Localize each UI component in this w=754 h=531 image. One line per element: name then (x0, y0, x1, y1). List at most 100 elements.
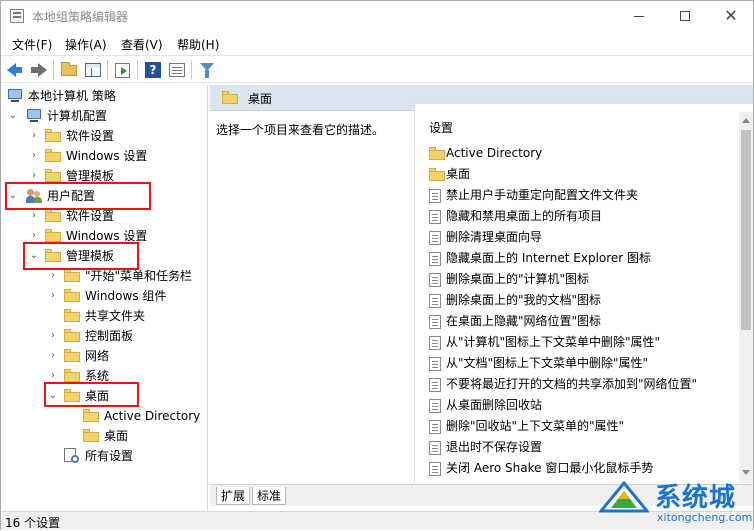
watermark: 系统城 xitongcheng.com (599, 475, 754, 531)
tree-item-label: 计算机配置 (47, 109, 108, 123)
list-item-label: 从"计算机"图标上下文菜单中删除"属性" (446, 335, 661, 349)
description-area: 选择一个项目来查看它的描述。 (210, 112, 414, 483)
forward-button[interactable] (29, 60, 49, 80)
scroll-thumb[interactable] (741, 130, 751, 330)
watermark-brand: 系统城 (655, 483, 737, 513)
policy-setting-icon (429, 315, 441, 329)
tab-standard[interactable]: 标准 (252, 487, 287, 505)
list-item-label: 从桌面删除回收站 (446, 398, 543, 412)
close-button[interactable]: ✕ (708, 1, 754, 31)
folder-icon (64, 369, 80, 382)
folder-icon (64, 309, 80, 322)
tree-item-windows-components[interactable]: › Windows 组件 (1, 286, 206, 306)
folder-icon (429, 147, 445, 160)
toolbar: ? (1, 55, 753, 83)
list-item-label: 禁止用户手动重定向配置文件文件夹 (446, 188, 639, 202)
close-icon: ✕ (724, 6, 738, 25)
policy-setting-icon (429, 420, 441, 434)
chevron-right-icon[interactable]: › (29, 146, 39, 166)
minimize-icon (634, 15, 644, 17)
folder-icon (64, 269, 80, 282)
show-hide-tree-button[interactable] (83, 60, 103, 80)
policy-setting-icon (429, 210, 441, 224)
policy-setting-icon (429, 189, 441, 203)
properties-button[interactable] (167, 60, 187, 80)
policy-setting-icon (429, 357, 441, 371)
column-header-setting[interactable]: 设置 (429, 119, 453, 136)
properties-icon (169, 63, 185, 77)
highlight-desktop (44, 382, 139, 407)
tree-item-label: Active Directory (104, 409, 201, 423)
folder-icon (45, 229, 61, 242)
chevron-right-icon[interactable]: › (29, 126, 39, 146)
back-button[interactable] (5, 60, 25, 80)
all-settings-icon (64, 448, 80, 464)
tree-item-label: Windows 组件 (85, 289, 167, 303)
chevron-right-icon[interactable]: › (48, 346, 58, 366)
list-item-label: 删除"回收站"上下文菜单的"属性" (446, 419, 625, 433)
help-button[interactable]: ? (143, 60, 163, 80)
help-icon: ? (145, 62, 161, 78)
chevron-right-icon[interactable]: › (48, 326, 58, 346)
list-item-label: 删除清理桌面向导 (446, 230, 543, 244)
tree-item-network[interactable]: › 网络 (1, 346, 206, 366)
list-item-label: 桌面 (446, 167, 471, 181)
minimize-button[interactable] (616, 1, 662, 31)
tree-item-label: 桌面 (104, 429, 129, 443)
watermark-logo-icon (599, 481, 649, 513)
tree-item-label: 本地计算机 策略 (28, 89, 116, 103)
tree-item-cc-windows[interactable]: › Windows 设置 (1, 146, 206, 166)
tree-item-label: 所有设置 (85, 449, 134, 463)
up-level-button[interactable] (59, 60, 79, 80)
watermark-url: xitongcheng.com (657, 511, 753, 524)
chevron-right-icon[interactable]: › (48, 286, 58, 306)
chevron-down-icon[interactable]: ⌄ (8, 106, 18, 126)
folder-icon (64, 329, 80, 342)
list-item-label: 不要将最近打开的文档的共享添加到"网络位置" (446, 377, 698, 391)
tree-item-computer-config[interactable]: ⌄ 计算机配置 (1, 106, 206, 126)
list-item-label: Active Directory (446, 146, 543, 160)
maximize-button[interactable] (662, 1, 708, 31)
menu-file[interactable]: 文件(F) (12, 36, 52, 53)
tree-item-label: Windows 设置 (66, 149, 148, 163)
policy-setting-icon (429, 273, 441, 287)
tree-item-local-computer-policy[interactable]: 本地计算机 策略 (1, 86, 206, 106)
title-bar: 本地组策略编辑器 ✕ (1, 1, 753, 31)
list-item-label: 删除桌面上的"我的文档"图标 (446, 293, 602, 307)
navigation-tree: 本地计算机 策略 ⌄ 计算机配置 › 软件设置 › Windows 设置 › 管… (1, 85, 208, 511)
toolbar-separator (53, 60, 54, 80)
folder-open-icon (222, 91, 238, 104)
highlight-user-config (5, 182, 151, 210)
menu-action[interactable]: 操作(A) (65, 36, 107, 53)
folder-icon (45, 209, 61, 222)
gpedit-app-icon (10, 9, 24, 23)
policy-setting-icon (429, 231, 441, 245)
list-item-label: 删除桌面上的"计算机"图标 (446, 272, 590, 286)
tree-item-cc-software[interactable]: › 软件设置 (1, 126, 206, 146)
computer-policy-icon (7, 89, 23, 103)
settings-list: 设置 Active Directory 桌面 禁止用户手动重定向配置文件文件夹 隐藏和… (414, 103, 753, 483)
tree-item-control-panel[interactable]: › 控制面板 (1, 326, 206, 346)
folder-icon (83, 429, 99, 442)
tab-extended[interactable]: 扩展 (216, 487, 251, 505)
list-item-label: 从"文档"图标上下文菜单中删除"属性" (446, 356, 649, 370)
vertical-scrollbar[interactable] (739, 112, 753, 483)
folder-icon (64, 349, 80, 362)
menu-help[interactable]: 帮助(H) (177, 36, 219, 53)
tree-item-shared-folders[interactable]: 共享文件夹 (1, 306, 206, 326)
menu-view[interactable]: 查看(V) (121, 36, 163, 53)
scroll-up-icon[interactable] (742, 118, 750, 123)
tree-item-desktop-sub[interactable]: 桌面 (1, 426, 206, 446)
list-item-label: 在桌面上隐藏"网络位置"图标 (446, 314, 602, 328)
status-text: 16 个设置 (5, 516, 61, 530)
tree-item-active-directory[interactable]: Active Directory (1, 406, 206, 426)
policy-setting-icon (429, 441, 441, 455)
list-item-label: 退出时不保存设置 (446, 440, 543, 454)
filter-icon (200, 63, 214, 78)
filter-button[interactable] (197, 60, 217, 80)
description-text: 选择一个项目来查看它的描述。 (216, 123, 385, 137)
export-list-button[interactable] (113, 60, 133, 80)
folder-icon (45, 149, 61, 162)
tree-item-all-settings[interactable]: 所有设置 (1, 446, 206, 466)
maximize-icon (680, 11, 690, 21)
